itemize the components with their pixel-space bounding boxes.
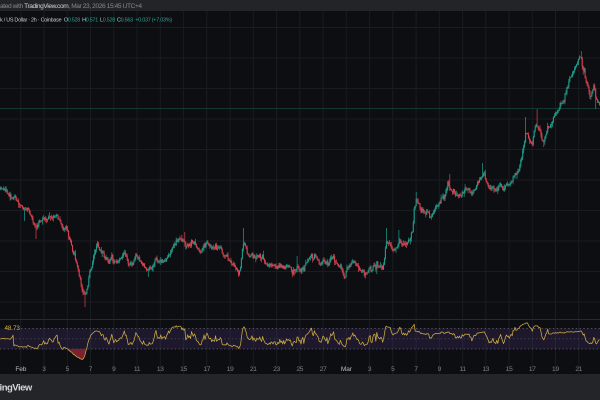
svg-text:19: 19 bbox=[552, 366, 559, 373]
svg-text:17: 17 bbox=[529, 366, 536, 373]
svg-text:k / US Dollar · 2h · CoinbaseO: k / US Dollar · 2h · CoinbaseO0.528H0.57… bbox=[0, 18, 172, 24]
svg-text:15: 15 bbox=[180, 366, 187, 373]
svg-text:13: 13 bbox=[157, 366, 164, 373]
svg-text:13: 13 bbox=[482, 366, 489, 373]
svg-text:7: 7 bbox=[89, 366, 93, 373]
svg-text:21: 21 bbox=[575, 366, 582, 373]
svg-text:48.73: 48.73 bbox=[5, 325, 21, 332]
svg-text:Feb: Feb bbox=[15, 366, 26, 373]
svg-text:25: 25 bbox=[296, 366, 303, 373]
svg-text:Mar: Mar bbox=[341, 366, 353, 373]
svg-text:11: 11 bbox=[134, 366, 141, 373]
svg-text:11: 11 bbox=[459, 366, 466, 373]
svg-text:19: 19 bbox=[227, 366, 234, 373]
svg-text:ated with TradingView.com, Mar: ated with TradingView.com, Mar 23, 2026 … bbox=[0, 3, 142, 10]
svg-text:3: 3 bbox=[42, 366, 46, 373]
svg-text:15: 15 bbox=[506, 366, 513, 373]
svg-text:23: 23 bbox=[273, 366, 280, 373]
svg-text:17: 17 bbox=[203, 366, 210, 373]
svg-text:5: 5 bbox=[66, 366, 70, 373]
svg-text:7: 7 bbox=[414, 366, 418, 373]
svg-text:9: 9 bbox=[112, 366, 116, 373]
svg-text:27: 27 bbox=[320, 366, 327, 373]
svg-text:5: 5 bbox=[391, 366, 395, 373]
svg-text:3: 3 bbox=[368, 366, 372, 373]
svg-text:21: 21 bbox=[250, 366, 257, 373]
svg-text:9: 9 bbox=[438, 366, 442, 373]
svg-text:TradingView: TradingView bbox=[0, 383, 33, 394]
